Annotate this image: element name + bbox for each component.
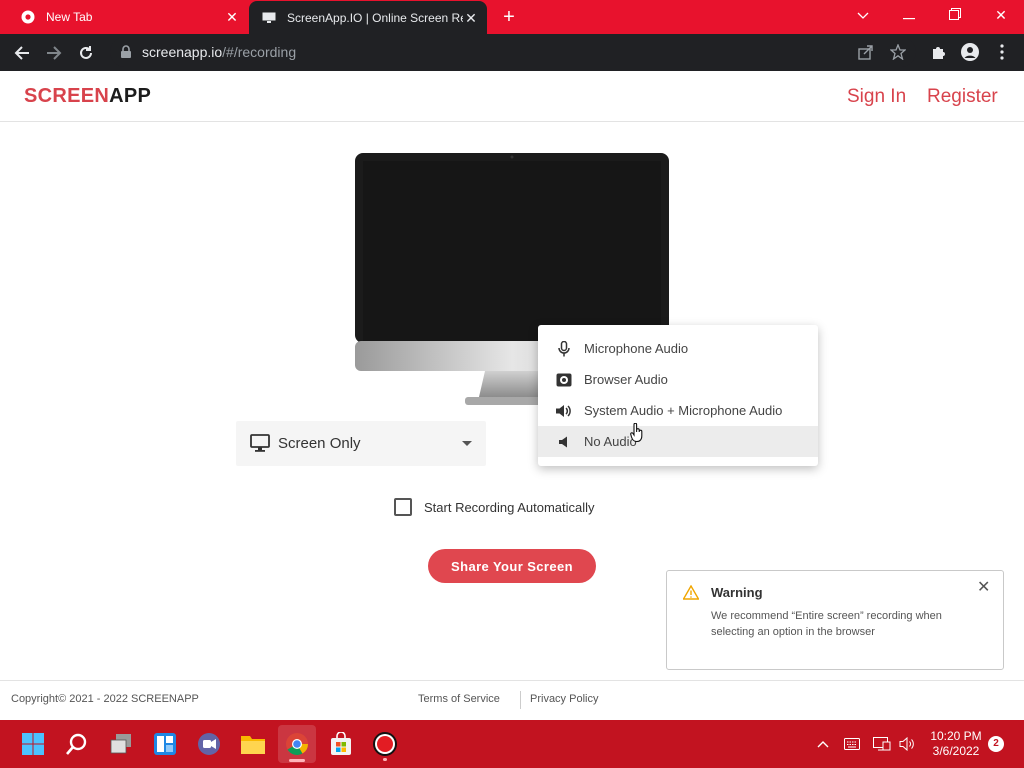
- speaker-icon: [556, 403, 572, 419]
- audio-option-none[interactable]: No Audio: [538, 426, 818, 457]
- browser-tab-strip: New Tab ✕ ScreenApp.IO | Online Screen R…: [0, 0, 1024, 35]
- extensions-puzzle-icon[interactable]: [928, 42, 948, 62]
- url-text: screenapp.io/#/recording: [142, 44, 297, 60]
- warning-triangle-icon: [682, 584, 700, 601]
- footer-divider: [520, 691, 521, 709]
- audio-option-label: Browser Audio: [584, 372, 668, 387]
- close-window-button[interactable]: ✕: [978, 0, 1024, 30]
- chrome-menu-icon[interactable]: [992, 42, 1012, 62]
- screenapp-logo[interactable]: SCREENAPP: [24, 85, 151, 108]
- audio-option-system-mic[interactable]: System Audio + Microphone Audio: [538, 395, 818, 426]
- file-explorer-icon[interactable]: [234, 725, 272, 763]
- tab-screenapp[interactable]: ScreenApp.IO | Online Screen Rec ✕: [249, 1, 487, 35]
- chrome-icon: [20, 9, 36, 25]
- page-footer: Copyright© 2021 - 2022 SCREENAPP Terms o…: [0, 680, 1024, 720]
- sign-in-link[interactable]: Sign In: [847, 86, 906, 108]
- checkbox-box[interactable]: [394, 498, 412, 516]
- audio-options-menu: Microphone Audio Browser Audio System Au…: [538, 325, 818, 466]
- chevron-up-icon[interactable]: [814, 734, 832, 754]
- audio-option-label: No Audio: [584, 434, 637, 449]
- hand-cursor-icon: [630, 422, 644, 443]
- copyright-text: Copyright© 2021 - 2022 SCREENAPP: [11, 693, 199, 705]
- toast-title: Warning: [711, 585, 763, 600]
- terms-of-service-link[interactable]: Terms of Service: [418, 693, 500, 705]
- active-app-indicator: [289, 759, 305, 762]
- browser-audio-icon: [556, 372, 572, 388]
- lock-icon[interactable]: [120, 45, 134, 59]
- warning-toast: Warning We recommend “Entire screen” rec…: [666, 570, 1004, 670]
- register-link[interactable]: Register: [927, 86, 998, 108]
- tab-title: New Tab: [46, 10, 93, 24]
- tab-search-icon[interactable]: [840, 0, 886, 30]
- windows-taskbar: 10:20 PM 3/6/2022 2: [0, 720, 1024, 768]
- audio-option-label: Microphone Audio: [584, 341, 689, 356]
- new-tab-button[interactable]: +: [498, 6, 520, 28]
- microphone-icon: [556, 340, 572, 357]
- screen-recorder-icon[interactable]: [366, 725, 404, 763]
- toast-message: We recommend “Entire screen” recording w…: [711, 610, 942, 638]
- running-app-indicator: [383, 758, 387, 761]
- teams-chat-icon[interactable]: [190, 725, 228, 763]
- chevron-down-icon: [462, 441, 472, 446]
- audio-option-browser[interactable]: Browser Audio: [538, 364, 818, 395]
- task-view-icon[interactable]: [102, 725, 140, 763]
- clock-date: 3/6/2022: [932, 744, 980, 758]
- keyboard-icon[interactable]: [842, 734, 862, 754]
- checkbox-label: Start Recording Automatically: [424, 499, 595, 515]
- search-icon[interactable]: [58, 725, 96, 763]
- clock-time: 10:20 PM: [930, 729, 982, 743]
- notification-badge[interactable]: 2: [987, 734, 1005, 754]
- audio-option-label: System Audio + Microphone Audio: [584, 403, 783, 418]
- screen-select-value: Screen Only: [278, 435, 361, 452]
- audio-option-microphone[interactable]: Microphone Audio: [538, 333, 818, 364]
- tab-title: ScreenApp.IO | Online Screen Rec: [287, 11, 463, 25]
- system-clock[interactable]: 10:20 PM 3/6/2022: [926, 729, 986, 759]
- browser-toolbar: screenapp.io/#/recording: [0, 34, 1024, 71]
- address-bar[interactable]: screenapp.io/#/recording: [110, 37, 916, 67]
- back-arrow-icon[interactable]: [10, 41, 34, 65]
- reload-icon[interactable]: [74, 41, 98, 65]
- start-recording-automatically-checkbox[interactable]: Start Recording Automatically: [394, 498, 595, 516]
- close-icon[interactable]: ✕: [977, 580, 991, 596]
- widgets-icon[interactable]: [146, 725, 184, 763]
- minimize-button[interactable]: [886, 0, 932, 30]
- network-icon[interactable]: [872, 734, 892, 754]
- share-your-screen-button[interactable]: Share Your Screen: [428, 549, 596, 583]
- microsoft-store-icon[interactable]: [322, 725, 360, 763]
- monitor-favicon-icon: [261, 10, 277, 26]
- forward-arrow-icon[interactable]: [42, 41, 66, 65]
- volume-icon[interactable]: [898, 734, 918, 754]
- mute-speaker-icon: [556, 434, 572, 450]
- site-header: SCREENAPP Sign In Register: [0, 71, 1024, 122]
- close-tab-icon[interactable]: ✕: [463, 10, 479, 26]
- chrome-taskbar-icon[interactable]: [278, 725, 316, 763]
- notification-count: 2: [988, 736, 1004, 752]
- monitor-icon: [250, 433, 270, 454]
- bookmark-star-icon[interactable]: [888, 42, 908, 62]
- share-page-icon[interactable]: [856, 42, 876, 62]
- tab-new-tab[interactable]: New Tab ✕: [8, 0, 248, 34]
- profile-avatar-icon[interactable]: [960, 42, 980, 62]
- windows-start-icon[interactable]: [14, 725, 52, 763]
- restore-button[interactable]: [932, 0, 978, 30]
- privacy-policy-link[interactable]: Privacy Policy: [530, 693, 598, 705]
- close-tab-icon[interactable]: ✕: [224, 9, 240, 25]
- screen-source-select[interactable]: Screen Only: [236, 421, 486, 466]
